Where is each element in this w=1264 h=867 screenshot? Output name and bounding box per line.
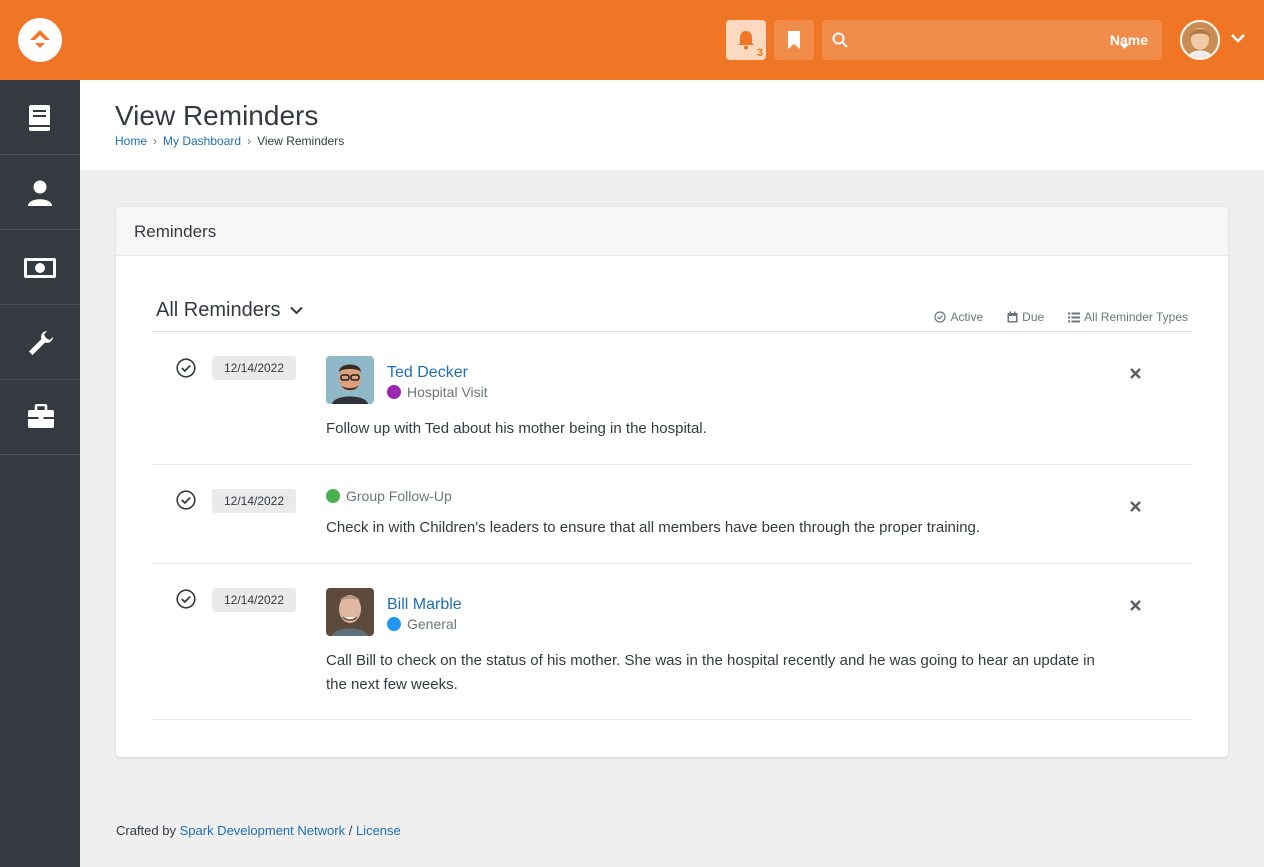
close-icon[interactable]	[1130, 368, 1141, 379]
check-circle-icon	[934, 311, 947, 323]
close-icon[interactable]	[1130, 600, 1141, 611]
reminder-type-label: General	[407, 616, 457, 632]
filter-title-label: All Reminders	[156, 299, 281, 321]
search-icon	[832, 32, 848, 48]
chevron-down-icon[interactable]	[1231, 33, 1245, 43]
breadcrumb-current: View Reminders	[257, 134, 345, 148]
page-header: View Reminders Home › My Dashboard › Vie…	[80, 80, 1264, 170]
search-filter-label: Name	[1109, 32, 1148, 48]
notifications-button[interactable]: 3	[726, 20, 766, 60]
sidebar-item-tools[interactable]	[0, 380, 80, 455]
complete-check-icon[interactable]	[176, 490, 196, 510]
filter-due-label: Due	[1022, 310, 1045, 324]
search-filter-dropdown[interactable]: Name	[1109, 32, 1148, 49]
reminder-note: Follow up with Ted about his mother bein…	[326, 420, 707, 437]
reminder-filters: Active Due All Reminder Types	[934, 310, 1188, 324]
person-link[interactable]: Bill Marble	[387, 596, 462, 614]
close-icon[interactable]	[1130, 501, 1141, 512]
reminder-row: 12/14/2022 Group Follow-Up Check in with…	[152, 465, 1192, 564]
page-title: View Reminders	[115, 100, 319, 131]
panel-title: Reminders	[116, 207, 1228, 256]
search-input[interactable]	[858, 28, 1078, 52]
filter-due[interactable]: Due	[1007, 310, 1044, 324]
chevron-right-icon: ›	[247, 134, 252, 148]
reminder-type: General	[387, 616, 457, 632]
type-color-dot	[326, 489, 340, 503]
type-color-dot	[387, 385, 401, 399]
filter-active[interactable]: Active	[934, 310, 983, 324]
sidebar-item-people[interactable]	[0, 155, 80, 230]
reminders-panel: Reminders All Reminders Active Due All R…	[116, 207, 1228, 757]
footer-separator: /	[348, 823, 353, 838]
bell-icon	[738, 31, 754, 50]
reminder-row: 12/14/2022 Ted Decker Hospital Visit Fol…	[152, 332, 1192, 465]
chevron-down-icon	[290, 307, 303, 315]
reminder-type-label: Hospital Visit	[407, 384, 488, 400]
breadcrumb-my-dashboard[interactable]: My Dashboard	[163, 134, 241, 148]
reminder-note: Check in with Children's leaders to ensu…	[326, 519, 981, 536]
reminder-row: 12/14/2022 Bill Marble General Call Bill…	[152, 564, 1192, 720]
rock-logo[interactable]	[18, 18, 62, 62]
calendar-icon	[1007, 311, 1018, 323]
complete-check-icon[interactable]	[176, 589, 196, 609]
reminder-note: Call Bill to check on the status of his …	[326, 652, 1095, 693]
money-icon	[24, 258, 56, 278]
sidebar-item-admin-tools[interactable]	[0, 305, 80, 380]
person-icon	[28, 180, 52, 206]
breadcrumb-home[interactable]: Home	[115, 134, 147, 148]
filter-reminder-types[interactable]: All Reminder Types	[1068, 310, 1188, 324]
reminder-type: Hospital Visit	[387, 384, 488, 400]
filter-active-label: Active	[950, 310, 984, 324]
person-link[interactable]: Ted Decker	[387, 364, 468, 382]
footer-license-link[interactable]: License	[356, 823, 401, 838]
complete-check-icon[interactable]	[176, 358, 196, 378]
footer-prefix: Crafted by	[116, 823, 176, 838]
wrench-icon	[29, 331, 53, 355]
list-icon	[1068, 312, 1081, 322]
top-header: 3 Name	[0, 0, 1264, 80]
date-badge: 12/14/2022	[212, 489, 296, 513]
user-avatar[interactable]	[1180, 20, 1220, 60]
bookmarks-button[interactable]	[774, 20, 814, 60]
chevron-right-icon: ›	[153, 134, 158, 148]
page-footer: Crafted by Spark Development Network / L…	[116, 823, 401, 838]
filter-types-label: All Reminder Types	[1084, 310, 1188, 324]
reminder-type: Group Follow-Up	[326, 488, 452, 504]
notification-count: 3	[756, 47, 763, 59]
sidebar-nav	[0, 80, 80, 867]
sidebar-item-finance[interactable]	[0, 230, 80, 305]
reminder-type-label: Group Follow-Up	[346, 488, 452, 504]
briefcase-icon	[28, 404, 54, 428]
caret-down-icon	[1119, 44, 1129, 49]
reminder-filter-dropdown[interactable]: All Reminders	[156, 299, 303, 322]
breadcrumb: Home › My Dashboard › View Reminders	[115, 134, 344, 148]
date-badge: 12/14/2022	[212, 356, 296, 380]
date-badge: 12/14/2022	[212, 588, 296, 612]
footer-org-link[interactable]: Spark Development Network	[180, 823, 345, 838]
bookmark-icon	[788, 31, 800, 49]
type-color-dot	[387, 617, 401, 631]
sidebar-item-books[interactable]	[0, 80, 80, 155]
book-icon	[29, 105, 50, 131]
reminder-list: 12/14/2022 Ted Decker Hospital Visit Fol…	[152, 331, 1192, 720]
person-photo[interactable]	[326, 356, 374, 404]
search-bar: Name	[822, 20, 1162, 60]
person-photo[interactable]	[326, 588, 374, 636]
